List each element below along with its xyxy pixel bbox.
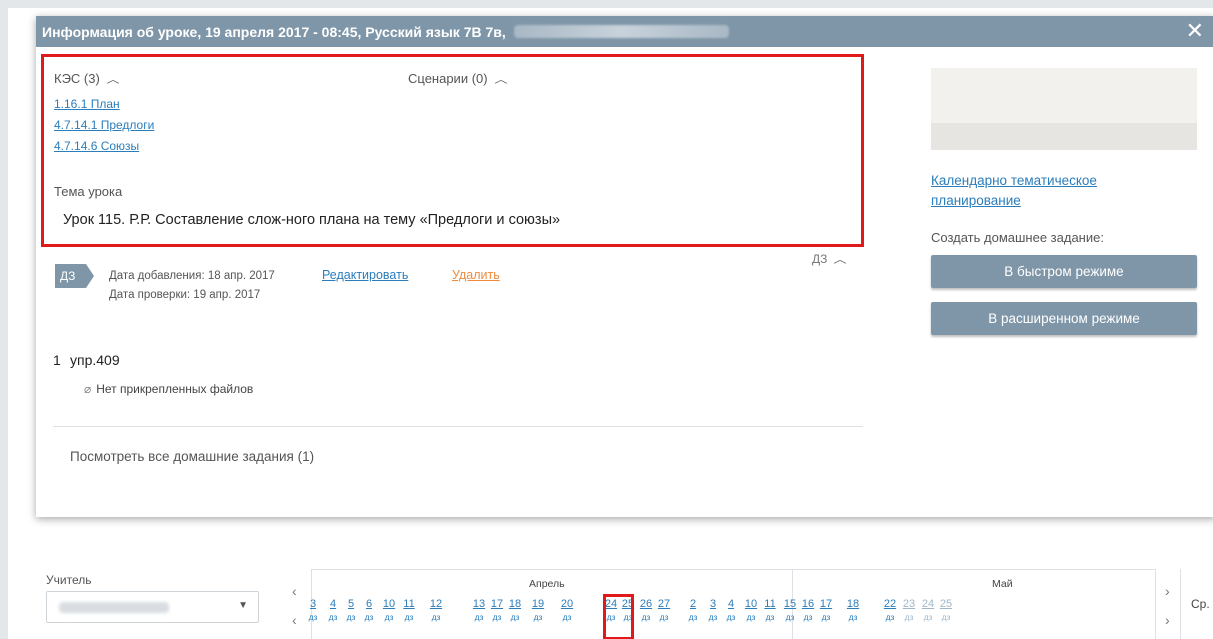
day-homework-mark: дз: [726, 612, 736, 622]
homework-dates: Дата добавления: 18 апр. 2017 Дата прове…: [109, 267, 275, 305]
date-check: Дата проверки: 19 апр. 2017: [109, 289, 261, 301]
day-homework-mark: дз: [364, 612, 374, 622]
kes-title: КЭС (3): [54, 71, 100, 86]
day-number: 17: [819, 598, 833, 610]
next-month-icon[interactable]: ›: [1165, 583, 1170, 599]
day-homework-mark: дз: [821, 612, 831, 622]
day-april-10[interactable]: 10 дз: [378, 598, 400, 624]
divider: [53, 426, 863, 427]
homework-item-text: упр.409: [70, 352, 120, 368]
day-may-25[interactable]: 25 дз: [935, 598, 957, 624]
next-week-icon[interactable]: ›: [1165, 612, 1170, 628]
day-label: Ср.: [1191, 597, 1210, 611]
day-april-20[interactable]: 20 дз: [556, 598, 578, 624]
caret-down-icon: ▼: [238, 600, 248, 611]
day-april-18[interactable]: 18 дз: [504, 598, 526, 624]
month-may: Май: [992, 578, 1013, 590]
modal-header: Информация об уроке, 19 апреля 2017 - 08…: [36, 16, 1213, 47]
day-april-6[interactable]: 6 дз: [358, 598, 380, 624]
view-all-homework-link[interactable]: Посмотреть все домашние задания (1): [70, 449, 314, 464]
divider: [1180, 569, 1181, 639]
scenarios-title: Сценарии (0): [408, 71, 488, 86]
day-number: 18: [508, 598, 522, 610]
day-may-2[interactable]: 2 дз: [682, 598, 704, 624]
kes-link[interactable]: 1.16.1 План: [54, 94, 154, 115]
chevron-up-icon: ︿: [833, 255, 847, 266]
day-homework-mark: дз: [848, 612, 858, 622]
calendar-strip: Апрель Май 3 дз 4 дз 5 дз 6 дз 10 дз 11 дз 12 дз 13 дз 1…: [309, 569, 1156, 639]
redacted-teacher-value: [59, 602, 169, 613]
day-number: 10: [382, 598, 396, 610]
day-homework-mark: дз: [765, 612, 775, 622]
scenarios-toggle[interactable]: Сценарии (0) ︿: [408, 71, 508, 86]
kes-list: 1.16.1 План 4.7.14.1 Предлоги 4.7.14.6 С…: [54, 94, 154, 157]
delete-link[interactable]: Удалить: [452, 268, 500, 282]
homework-toggle-label: ДЗ: [812, 252, 828, 266]
day-may-4[interactable]: 4 дз: [720, 598, 742, 624]
day-homework-mark: дз: [941, 612, 951, 622]
edit-link[interactable]: Редактировать: [322, 268, 408, 282]
day-homework-mark: дз: [688, 612, 698, 622]
lesson-info-modal: Информация об уроке, 19 апреля 2017 - 08…: [36, 16, 1213, 517]
day-number: 4: [727, 598, 735, 610]
topic-text: Урок 115. Р.Р. Составление слож-ного пла…: [63, 212, 561, 228]
selected-day-frame: [603, 594, 634, 639]
no-files-text: Нет прикрепленных файлов: [96, 382, 254, 396]
homework-toggle[interactable]: ДЗ ︿: [812, 251, 847, 266]
paperclip-icon: ⌀: [84, 382, 92, 396]
close-icon[interactable]: ✕: [1186, 19, 1204, 43]
day-april-19[interactable]: 19 дз: [527, 598, 549, 624]
topic-label: Тема урока: [54, 184, 123, 199]
chevron-up-icon: ︿: [494, 75, 508, 86]
day-homework-mark: дз: [659, 612, 669, 622]
day-number: 6: [365, 598, 373, 610]
day-number: 19: [531, 598, 545, 610]
kes-link[interactable]: 4.7.14.1 Предлоги: [54, 115, 154, 136]
extended-mode-button[interactable]: В расширенном режиме: [931, 302, 1197, 335]
day-homework-mark: дз: [431, 612, 441, 622]
day-homework-mark: дз: [308, 612, 318, 622]
redacted-teacher-name: [513, 25, 729, 38]
modal-title: Информация об уроке, 19 апреля 2017 - 08…: [42, 23, 506, 40]
day-homework-mark: дз: [404, 612, 414, 622]
day-number: 3: [309, 598, 317, 610]
no-files-note: ⌀ Нет прикрепленных файлов: [84, 382, 253, 396]
kes-toggle[interactable]: КЭС (3) ︿: [54, 71, 120, 86]
day-number: 27: [657, 598, 671, 610]
chevron-up-icon: ︿: [106, 75, 120, 86]
homework-badge: ДЗ: [55, 264, 94, 288]
day-may-11[interactable]: 11 дз: [759, 598, 781, 624]
prev-week-icon[interactable]: ‹: [292, 612, 297, 628]
day-number: 11: [764, 598, 776, 610]
day-number: 20: [560, 598, 574, 610]
day-homework-mark: дз: [510, 612, 520, 622]
day-number: 11: [403, 598, 415, 610]
day-april-3[interactable]: 3 дз: [302, 598, 324, 624]
teacher-select[interactable]: ▼: [46, 591, 259, 623]
create-homework-label: Создать домашнее задание:: [931, 230, 1104, 245]
day-number: 18: [846, 598, 860, 610]
day-april-27[interactable]: 27 дз: [653, 598, 675, 624]
kes-link[interactable]: 4.7.14.6 Союзы: [54, 136, 154, 157]
day-number: 12: [429, 598, 443, 610]
teacher-label: Учитель: [46, 573, 92, 587]
day-homework-mark: дз: [562, 612, 572, 622]
day-number: 25: [939, 598, 953, 610]
day-may-17[interactable]: 17 дз: [815, 598, 837, 624]
homework-badge-label: ДЗ: [60, 269, 76, 283]
placeholder-panel: [931, 68, 1197, 150]
day-april-12[interactable]: 12 дз: [425, 598, 447, 624]
day-may-18[interactable]: 18 дз: [842, 598, 864, 624]
day-number: 2: [689, 598, 697, 610]
prev-month-icon[interactable]: ‹: [292, 583, 297, 599]
day-homework-mark: дз: [384, 612, 394, 622]
fast-mode-button[interactable]: В быстром режиме: [931, 255, 1197, 288]
day-homework-mark: дз: [533, 612, 543, 622]
homework-item-number: 1: [53, 352, 61, 368]
month-april: Апрель: [529, 578, 565, 590]
date-added: Дата добавления: 18 апр. 2017: [109, 270, 275, 282]
calendar-plan-link[interactable]: Календарно тематическое планирование: [931, 171, 1171, 211]
day-april-11[interactable]: 11 дз: [398, 598, 420, 624]
